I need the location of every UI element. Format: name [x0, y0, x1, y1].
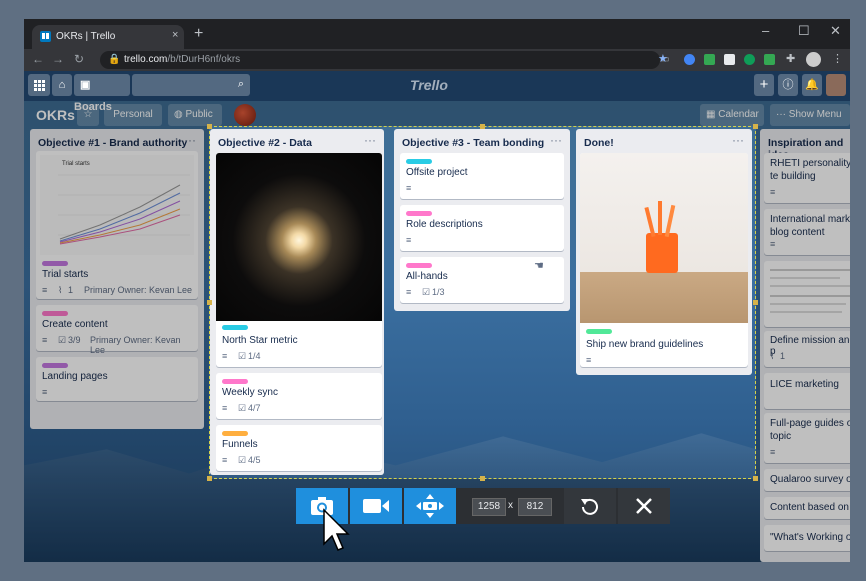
height-input[interactable]: 812: [518, 498, 552, 516]
capture-selection-area[interactable]: [209, 126, 756, 479]
capture-dim-overlay: [756, 126, 850, 479]
width-input[interactable]: 1258: [472, 498, 506, 516]
home-icon[interactable]: ⌂: [52, 74, 72, 96]
extensions-puzzle-icon[interactable]: ✚: [786, 52, 795, 65]
apps-grid-icon[interactable]: [28, 74, 50, 96]
extension-icon[interactable]: [704, 54, 715, 65]
reload-icon[interactable]: ↻: [74, 52, 84, 66]
capture-dim-overlay: [24, 101, 850, 126]
extension-icon[interactable]: [684, 54, 695, 65]
reset-button[interactable]: [564, 488, 616, 524]
url-domain: trello.com: [124, 54, 168, 65]
notifications-bell-icon[interactable]: 🔔: [802, 74, 822, 96]
board-icon: ▣: [80, 79, 91, 91]
trello-logo[interactable]: Trello: [410, 77, 448, 93]
resize-handle[interactable]: [207, 300, 212, 305]
trello-header: ⌂ ▣ Boards ⌕ Trello + ⓘ 🔔: [24, 71, 850, 113]
dimension-separator: x: [508, 500, 513, 511]
capture-dim-overlay: [24, 126, 209, 479]
extension-icon[interactable]: [764, 54, 775, 65]
capture-toolbar: 1258 x 812: [296, 488, 670, 524]
new-tab-button[interactable]: +: [194, 25, 203, 43]
create-button[interactable]: +: [754, 74, 774, 96]
browser-menu-icon[interactable]: ⋮: [832, 52, 843, 65]
resize-handle[interactable]: [480, 476, 485, 481]
search-input[interactable]: ⌕: [132, 74, 250, 96]
window-close-icon[interactable]: ✕: [830, 23, 841, 39]
undo-icon: [581, 498, 598, 515]
url-path: /b/tDurH6nf/okrs: [167, 54, 241, 65]
boards-button[interactable]: ▣ Boards: [74, 74, 130, 113]
url-text: trello.com/b/tDurH6nf/okrs: [124, 54, 240, 65]
resize-handle[interactable]: [207, 124, 212, 129]
trello-favicon-icon: [40, 31, 51, 42]
record-video-button[interactable]: [350, 488, 402, 524]
move-selection-button[interactable]: [404, 488, 456, 524]
profile-avatar[interactable]: [806, 52, 821, 67]
move-arrows-icon: [416, 494, 444, 518]
cancel-capture-button[interactable]: [618, 488, 670, 524]
resize-handle[interactable]: [753, 124, 758, 129]
tab-title: OKRs | Trello: [56, 31, 116, 42]
maximize-icon[interactable]: ☐: [798, 23, 810, 39]
browser-tab[interactable]: OKRs | Trello ×: [32, 25, 184, 49]
lock-icon: 🔒: [108, 54, 121, 65]
video-camera-icon: [363, 499, 389, 513]
minimize-icon[interactable]: –: [762, 23, 769, 38]
mouse-pointer-icon: [323, 508, 350, 551]
member-avatar[interactable]: [826, 74, 846, 96]
extension-icon[interactable]: [724, 54, 735, 65]
resize-handle[interactable]: [753, 476, 758, 481]
info-icon[interactable]: ⓘ: [778, 74, 798, 96]
extension-icon[interactable]: [744, 54, 755, 65]
close-tab-icon[interactable]: ×: [172, 29, 178, 41]
search-icon: ⌕: [237, 78, 244, 90]
resize-handle[interactable]: [753, 300, 758, 305]
close-icon: [636, 498, 652, 514]
tab-bar: OKRs | Trello × + – ☐ ✕: [24, 19, 850, 49]
forward-icon[interactable]: →: [52, 52, 64, 66]
back-icon[interactable]: ←: [32, 52, 44, 66]
address-row: ← → ↻ 🔒 trello.com/b/tDurH6nf/okrs ▭ ★ ✚…: [24, 49, 850, 71]
resize-handle[interactable]: [207, 476, 212, 481]
resize-handle[interactable]: [480, 124, 485, 129]
bookmark-star-icon[interactable]: ★: [658, 52, 668, 65]
address-bar[interactable]: 🔒 trello.com/b/tDurH6nf/okrs ▭: [100, 51, 669, 69]
